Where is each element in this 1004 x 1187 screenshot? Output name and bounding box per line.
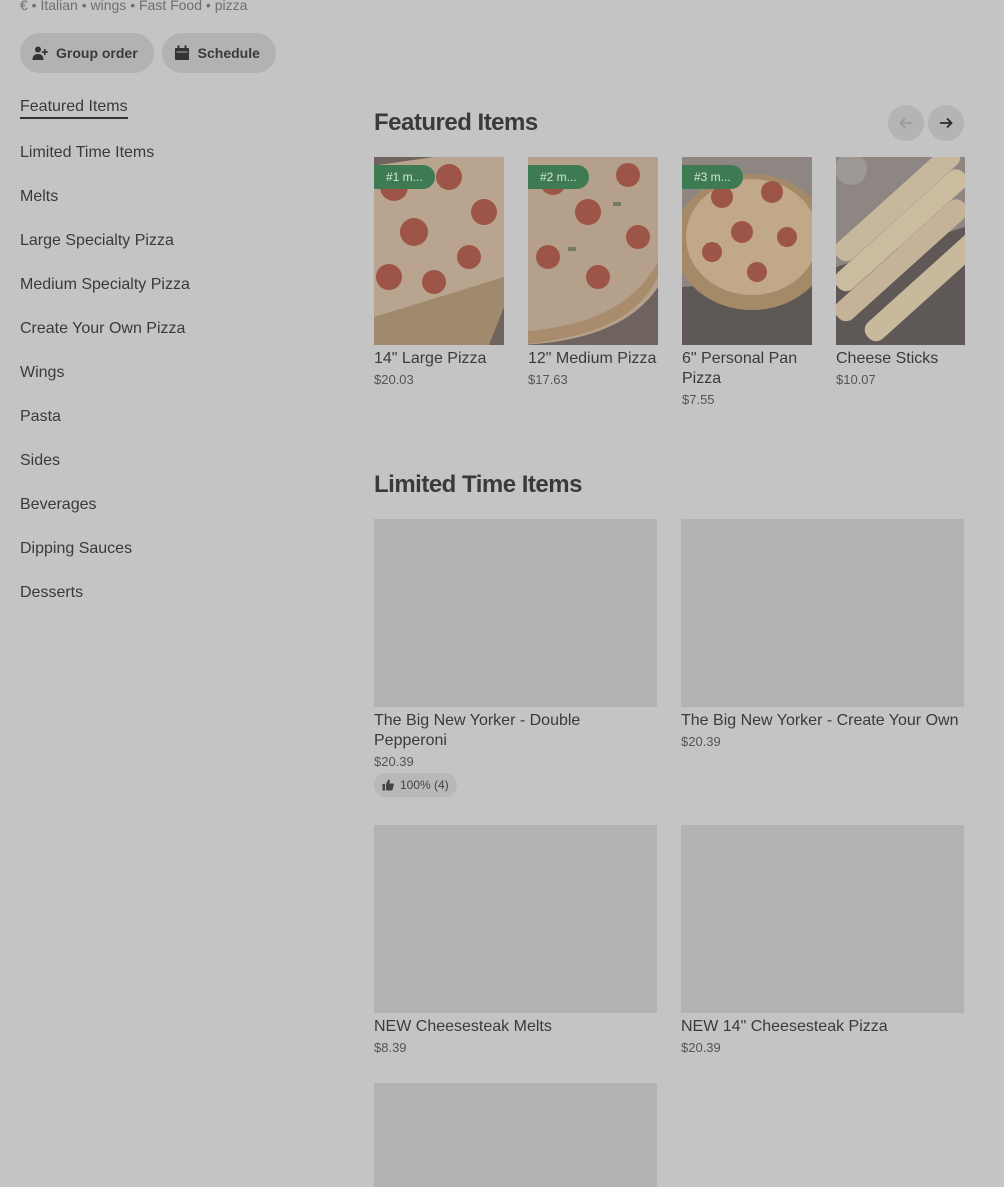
nav-item-create-your-own-pizza[interactable]: Create Your Own Pizza: [20, 318, 320, 362]
item-name: NEW 14" Cheesesteak Pizza: [681, 1018, 888, 1035]
item-name: The Big New Yorker - Create Your Own: [681, 712, 959, 729]
schedule-button[interactable]: Schedule: [161, 33, 276, 73]
nav-item-dipping-sauces[interactable]: Dipping Sauces: [20, 538, 320, 582]
item-name: 14" Large Pizza: [374, 350, 487, 367]
nav-item-beverages[interactable]: Beverages: [20, 494, 320, 538]
pizza-photo: #2 m...: [528, 157, 658, 345]
item-price: $10.07: [836, 372, 876, 387]
item-name: The Big New Yorker - Double Pepperoni: [374, 712, 581, 749]
menu-item-card[interactable]: The Big New Yorker - Create Your Own $20…: [681, 519, 964, 749]
item-price: $20.39: [681, 734, 721, 749]
rank-badge: #1 m...: [374, 165, 435, 189]
schedule-label: Schedule: [197, 45, 260, 61]
item-price: $20.39: [681, 1040, 721, 1055]
nav-item-sides[interactable]: Sides: [20, 450, 320, 494]
item-image-placeholder: [681, 519, 964, 707]
item-image-placeholder: [374, 519, 657, 707]
item-name: 6" Personal Pan Pizza: [682, 350, 798, 387]
featured-carousel: #1 m... 14" Large Pizza $20.03 #2 m... 1…: [374, 157, 965, 407]
nav-item-medium-specialty-pizza[interactable]: Medium Specialty Pizza: [20, 274, 320, 318]
carousel-prev-button[interactable]: [888, 105, 924, 141]
featured-item-card[interactable]: #3 m... 6" Personal Pan Pizza $7.55: [682, 157, 812, 407]
nav-item-desserts[interactable]: Desserts: [20, 582, 320, 626]
featured-items-heading: Featured Items: [374, 109, 538, 136]
arrow-right-icon: [940, 117, 953, 129]
menu-item-card[interactable]: NEW Cheesesteak Melts $8.39: [374, 825, 657, 1055]
rank-badge: #2 m...: [528, 165, 589, 189]
nav-item-large-specialty-pizza[interactable]: Large Specialty Pizza: [20, 230, 320, 274]
item-price: $8.39: [374, 1040, 407, 1055]
person-add-icon: [32, 46, 48, 60]
nav-item-pasta[interactable]: Pasta: [20, 406, 320, 450]
carousel-next-button[interactable]: [928, 105, 964, 141]
breadsticks-photo: [836, 157, 965, 345]
item-name: Cheese Sticks: [836, 350, 939, 367]
calendar-icon: [174, 45, 189, 60]
item-price: $20.39: [374, 754, 414, 769]
restaurant-tags: € • Italian • wings • Fast Food • pizza: [20, 0, 248, 13]
item-image-placeholder: [681, 825, 964, 1013]
group-order-label: Group order: [56, 45, 138, 61]
rating-badge: 100% (4): [374, 773, 457, 797]
item-price: $17.63: [528, 372, 568, 387]
item-name: 12" Medium Pizza: [528, 350, 657, 367]
featured-item-card[interactable]: Cheese Sticks $10.07: [836, 157, 965, 407]
pizza-photo: #1 m...: [374, 157, 504, 345]
menu-item-card[interactable]: [374, 1083, 657, 1187]
item-price: $7.55: [682, 392, 715, 407]
menu-item-card[interactable]: The Big New Yorker - Double Pepperoni $2…: [374, 519, 657, 797]
rank-badge: #3 m...: [682, 165, 743, 189]
pizza-photo: #3 m...: [682, 157, 812, 345]
item-price: $20.03: [374, 372, 414, 387]
item-name: NEW Cheesesteak Melts: [374, 1018, 552, 1035]
rating-text: 100% (4): [400, 778, 449, 792]
nav-item-featured-items[interactable]: Featured Items: [20, 96, 320, 142]
nav-item-limited-time-items[interactable]: Limited Time Items: [20, 142, 320, 186]
featured-item-card[interactable]: #2 m... 12" Medium Pizza $17.63: [528, 157, 658, 407]
featured-item-card[interactable]: #1 m... 14" Large Pizza $20.03: [374, 157, 504, 407]
limited-time-items-heading: Limited Time Items: [374, 471, 582, 498]
nav-item-melts[interactable]: Melts: [20, 186, 320, 230]
thumbs-up-icon: [382, 779, 394, 791]
arrow-left-icon: [899, 117, 912, 129]
group-order-button[interactable]: Group order: [20, 33, 154, 73]
carousel-controls: [888, 105, 964, 141]
category-nav: Featured Items Limited Time Items Melts …: [20, 96, 320, 626]
nav-item-wings[interactable]: Wings: [20, 362, 320, 406]
item-image-placeholder: [374, 825, 657, 1013]
menu-item-card[interactable]: NEW 14" Cheesesteak Pizza $20.39: [681, 825, 964, 1055]
item-image-placeholder: [374, 1083, 657, 1187]
top-actions: Group order Schedule: [20, 33, 276, 73]
